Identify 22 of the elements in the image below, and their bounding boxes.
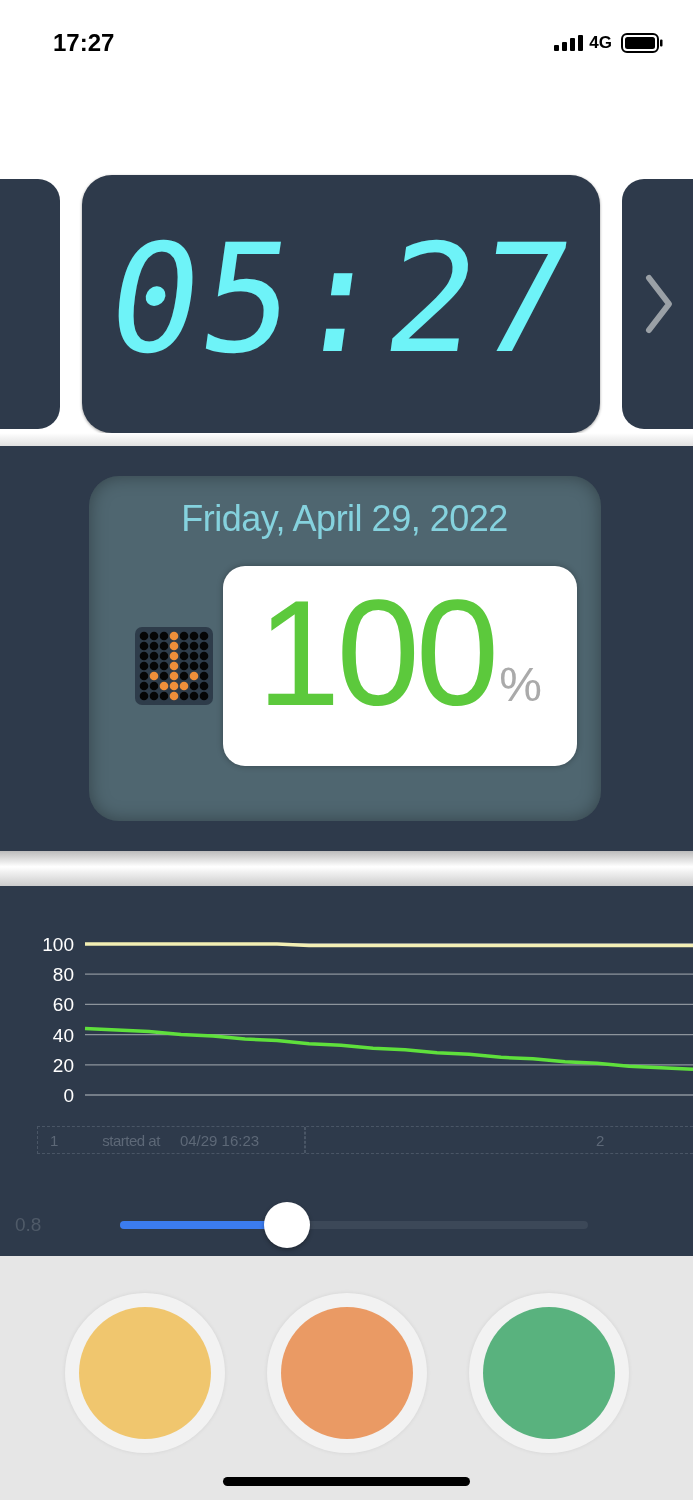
percent-unit: % — [499, 657, 542, 712]
slider-thumb[interactable] — [264, 1202, 311, 1248]
status-time: 17:27 — [53, 28, 115, 57]
y-tick-label: 80 — [52, 964, 74, 986]
y-tick-label: 0 — [63, 1085, 74, 1106]
timer-display: 05:27 — [99, 224, 583, 374]
percent-value: 100 — [257, 578, 496, 728]
arrow-down-icon — [134, 627, 213, 705]
y-tick-label: 40 — [52, 1024, 74, 1046]
signal-icon — [554, 34, 585, 51]
color-button[interactable] — [280, 1307, 413, 1439]
next-card[interactable] — [622, 179, 693, 429]
date-text: Friday, April 29, 2022 — [181, 498, 508, 540]
color-button[interactable] — [78, 1307, 211, 1439]
slider[interactable] — [120, 1202, 588, 1248]
y-tick-label: 100 — [42, 934, 74, 955]
y-tick-label: 20 — [52, 1054, 74, 1076]
y-tick-label: 60 — [52, 994, 74, 1016]
color-button[interactable] — [482, 1307, 615, 1439]
chevron-right-icon — [644, 273, 674, 335]
network-label: 4G — [589, 32, 612, 53]
battery-icon — [621, 32, 663, 53]
